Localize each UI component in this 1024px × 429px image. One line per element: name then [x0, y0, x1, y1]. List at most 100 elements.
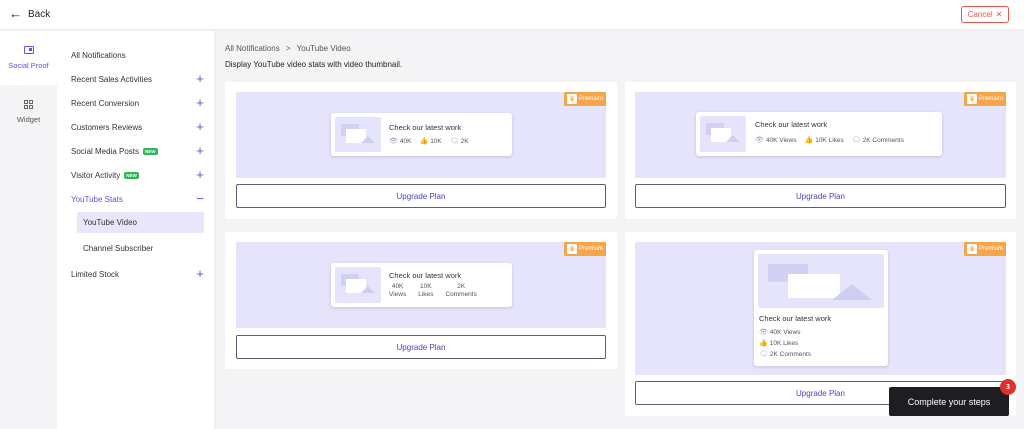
comment-icon: 🗨 [851, 137, 861, 144]
comment-icon: 🗨 [449, 138, 459, 145]
breadcrumb-separator: > [285, 44, 291, 53]
nav-label: Recent Sales Activities [71, 74, 152, 84]
plus-icon[interactable]: + [195, 120, 205, 133]
preview-area: ♛ Premium Check our latest work 👁 40K Vie… [635, 92, 1006, 178]
plus-icon[interactable]: + [195, 144, 205, 157]
sub-item-channel-subscriber[interactable]: Channel Subscriber [77, 238, 204, 259]
breadcrumb: All Notifications > YouTube Video [225, 44, 351, 53]
breadcrumb-root[interactable]: All Notifications [225, 44, 280, 53]
notification-title: Check our latest work [755, 120, 828, 129]
nav-item-customers-reviews[interactable]: Customers Reviews + [71, 116, 205, 138]
nav-item-visitor-activity[interactable]: Visitor Activity NEW + [71, 164, 205, 186]
thumbs-up-icon: 👍 [419, 138, 429, 145]
stats-row: 40K Views 10K Likes 2K Comments [389, 283, 477, 299]
video-thumbnail [758, 254, 884, 308]
rail-label: Social Proof [8, 61, 49, 70]
arrow-left-icon: ← [9, 6, 22, 21]
upgrade-plan-button[interactable]: Upgrade Plan [635, 184, 1006, 208]
nav-label: Customers Reviews [71, 122, 143, 132]
notification-preview: Check our latest work 👁 40K 👍 10K 🗨 2K [331, 113, 512, 156]
video-thumbnail [335, 267, 381, 303]
upgrade-plan-button[interactable]: Upgrade Plan [236, 184, 606, 208]
sub-item-youtube-video[interactable]: YouTube Video [77, 212, 204, 233]
minus-icon[interactable]: − [195, 192, 205, 205]
nav-item-social-media-posts[interactable]: Social Media Posts NEW + [71, 140, 205, 162]
comments-stat: 2K Comments [445, 283, 477, 298]
back-button[interactable]: ← Back [9, 6, 50, 21]
notification-preview: Check our latest work 👁 40K Views 👍 10K Li… [754, 250, 888, 366]
views-stat: 40K Views [769, 329, 801, 336]
views-stat: 40K Views [765, 136, 797, 144]
crown-icon: ♛ [966, 244, 977, 254]
plus-icon[interactable]: + [195, 267, 205, 280]
crown-icon: ♛ [566, 244, 577, 254]
social-proof-icon [23, 46, 34, 58]
premium-badge: ♛ Premium [963, 92, 1006, 106]
nav-item-recent-sales[interactable]: Recent Sales Activities + [71, 68, 205, 90]
new-badge: NEW [124, 171, 139, 179]
premium-label: Premium [978, 96, 1003, 102]
nav-label: All Notifications [71, 50, 126, 60]
icon-rail: Social Proof Widget [0, 31, 57, 429]
nav-label: Social Media Posts [71, 146, 140, 156]
cancel-label: Cancel [967, 10, 993, 19]
eye-icon: 👁 [389, 138, 398, 145]
premium-badge: ♛ Premium [563, 92, 606, 106]
likes-stat: 10K Likes [815, 136, 844, 144]
plus-icon[interactable]: + [195, 168, 205, 181]
likes-stat: 10K [430, 137, 442, 145]
preview-area: ♛ Premium Check our latest work 👁 40K 👍 10… [236, 92, 606, 178]
views-stat: 40K [399, 137, 412, 145]
eye-icon: 👁 [759, 329, 768, 336]
nav-label: Limited Stock [71, 269, 120, 279]
comments-stat: 2K Comments [862, 136, 904, 144]
cancel-button[interactable]: Cancel ✕ [961, 6, 1009, 23]
plus-icon[interactable]: + [195, 72, 205, 85]
sub-item-label: YouTube Video [83, 218, 137, 227]
likes-stat: 10K Likes [418, 283, 434, 298]
notification-title: Check our latest work [389, 271, 462, 280]
video-thumbnail [700, 116, 746, 152]
nav-label: YouTube Stats [71, 194, 123, 204]
template-card[interactable]: ♛ Premium Check our latest work 40K Views… [225, 232, 617, 369]
stats-row: 👁 40K 👍 10K 🗨 2K [389, 137, 469, 146]
premium-badge: ♛ Premium [963, 242, 1006, 256]
rail-item-social-proof[interactable]: Social Proof [0, 31, 57, 85]
breadcrumb-current: YouTube Video [296, 44, 351, 53]
nav-label: Visitor Activity [71, 170, 121, 180]
thumbs-up-icon: 👍 [759, 340, 768, 347]
preview-area: ♛ Premium Check our latest work 👁 40K Vie… [635, 242, 1006, 375]
top-bar: ← Back Cancel ✕ [0, 0, 1024, 30]
notification-preview: Check our latest work 👁 40K Views 👍 10K Li… [696, 112, 942, 156]
notification-title: Check our latest work [389, 123, 462, 132]
close-icon: ✕ [995, 10, 1003, 19]
comment-icon: 🗨 [759, 351, 768, 358]
plus-icon[interactable]: + [195, 96, 205, 109]
eye-icon: 👁 [755, 137, 764, 144]
crown-icon: ♛ [966, 94, 977, 104]
widget-grid-icon [24, 100, 33, 112]
video-thumbnail [335, 117, 381, 152]
template-card[interactable]: ♛ Premium Check our latest work 👁 40K 👍 10… [225, 82, 617, 219]
nav-item-youtube-stats[interactable]: YouTube Stats − [71, 188, 205, 210]
upgrade-plan-button[interactable]: Upgrade Plan [236, 335, 606, 359]
steps-count-badge: 3 [1000, 379, 1016, 395]
rail-item-widget[interactable]: Widget [0, 85, 57, 139]
page-description: Display YouTube video stats with video t… [225, 60, 403, 69]
thumbs-up-icon: 👍 [804, 137, 814, 144]
premium-badge: ♛ Premium [563, 242, 606, 256]
nav-item-recent-conversion[interactable]: Recent Conversion + [71, 92, 205, 114]
complete-steps-button[interactable]: Complete your steps [889, 387, 1009, 416]
crown-icon: ♛ [566, 94, 577, 104]
sub-item-label: Channel Subscriber [83, 244, 154, 253]
nav-item-limited-stock[interactable]: Limited Stock + [71, 263, 205, 285]
nav-item-all-notifications[interactable]: All Notifications [71, 44, 205, 66]
views-stat: 40K Views [389, 283, 407, 298]
template-card[interactable]: ♛ Premium Check our latest work 👁 40K Vie… [625, 82, 1016, 219]
comments-stat: 2K Comments [769, 351, 812, 358]
comments-stat: 2K [460, 137, 469, 145]
premium-label: Premium [578, 246, 603, 252]
new-badge: NEW [143, 147, 158, 155]
stats-list: 👁 40K Views 👍 10K Likes 🗨 2K Comments [759, 327, 811, 360]
preview-area: ♛ Premium Check our latest work 40K Views… [236, 242, 606, 328]
